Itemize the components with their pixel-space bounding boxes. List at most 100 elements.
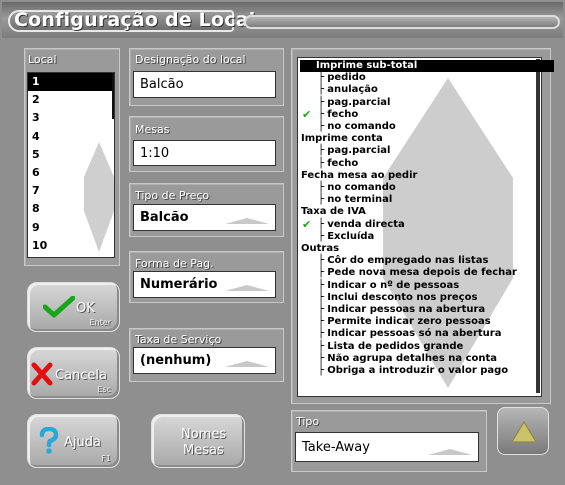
option-item-label: Côr do empregado nas listas bbox=[327, 255, 489, 267]
tree-connector: ├ bbox=[318, 182, 328, 193]
option-item[interactable]: ├ Não agrupa detalhes na conta bbox=[318, 353, 497, 365]
taxa-servico-value: (nenhum) bbox=[140, 353, 212, 368]
option-item-label: fecho bbox=[327, 108, 359, 120]
tree-connector: ├ bbox=[318, 145, 328, 157]
local-item[interactable]: 1 bbox=[28, 73, 114, 92]
forma-pag-value: Numerário bbox=[140, 277, 218, 292]
option-item[interactable]: ├ Permite indicar zero pessoas bbox=[318, 316, 491, 328]
tree-connector: ├ bbox=[318, 108, 328, 120]
tree-connector: ├ bbox=[318, 121, 328, 132]
option-item[interactable]: ├ no comando bbox=[318, 121, 396, 133]
forma-pag-select[interactable]: Numerário bbox=[133, 271, 276, 298]
tipo-select[interactable]: Take-Away bbox=[295, 432, 479, 462]
option-item[interactable]: ├ no comando bbox=[318, 182, 396, 194]
tree-connector: ├ bbox=[318, 255, 328, 267]
option-item[interactable]: ├ Indicar o nº de pessoas bbox=[318, 280, 459, 292]
ok-button[interactable]: OK Enter bbox=[27, 282, 120, 332]
move-up-button[interactable] bbox=[497, 407, 549, 455]
help-button[interactable]: Ajuda F1 bbox=[27, 414, 120, 468]
tree-connector: ├ bbox=[318, 352, 328, 364]
tree-connector: ├ bbox=[318, 304, 328, 315]
designacao-input[interactable]: Balcão bbox=[133, 71, 276, 98]
ok-shortcut: Enter bbox=[89, 318, 111, 327]
option-item-label: venda directa bbox=[327, 218, 405, 230]
option-item-label: Lista de pedidos grande bbox=[327, 340, 464, 352]
tipo-preco-select[interactable]: Balcão bbox=[133, 204, 276, 231]
option-item[interactable]: ├ pag.parcial bbox=[318, 97, 390, 109]
option-section[interactable]: Outras bbox=[301, 243, 339, 255]
dropdown-arrow-icon bbox=[225, 218, 269, 224]
nomes-mesas-button[interactable]: Nomes Mesas bbox=[151, 414, 245, 468]
local-label: Local bbox=[28, 53, 57, 66]
tree-connector: ├ bbox=[318, 279, 328, 291]
cancel-shortcut: Esc bbox=[97, 385, 111, 394]
option-section[interactable]: Imprime sub-total bbox=[300, 60, 554, 72]
tree-connector: ├ bbox=[318, 218, 328, 230]
nomes-mesas-label-line1: Nomes bbox=[181, 427, 227, 442]
local-list[interactable]: 1 2 3 4 5 6 7 8 9 10 bbox=[27, 72, 115, 258]
option-item[interactable]: ├ venda directa bbox=[318, 219, 405, 231]
option-item[interactable]: ├ Inclui desconto nos preços bbox=[318, 292, 477, 304]
option-item-label: pag.parcial bbox=[327, 145, 391, 157]
help-shortcut: F1 bbox=[101, 454, 111, 463]
option-item[interactable]: ├ no terminal bbox=[318, 194, 392, 206]
option-item[interactable]: ├ Indicar pessoas só na abertura bbox=[318, 328, 501, 340]
tree-connector: ├ bbox=[318, 316, 328, 328]
scroll-up-arrow-icon[interactable] bbox=[84, 142, 114, 177]
tree-connector: ├ bbox=[318, 340, 328, 352]
local-list-scrollbar[interactable] bbox=[112, 73, 114, 119]
tree-connector: ├ bbox=[318, 365, 328, 376]
option-item-label: no terminal bbox=[327, 194, 393, 206]
option-item-label: Excluída bbox=[327, 230, 375, 242]
option-item-label: Inclui desconto nos preços bbox=[327, 291, 478, 303]
option-section[interactable]: Taxa de IVA bbox=[301, 206, 366, 218]
tipo-label: Tipo bbox=[296, 415, 320, 428]
option-item[interactable]: ├ fecho bbox=[318, 109, 358, 121]
cancel-label: Cancela bbox=[55, 368, 108, 383]
cancel-button[interactable]: Cancela Esc bbox=[27, 347, 120, 399]
option-item[interactable]: ├ Indicar pessoas na abertura bbox=[318, 304, 485, 316]
tree-connector: ├ bbox=[318, 328, 328, 340]
nomes-mesas-label-line2: Mesas bbox=[183, 443, 224, 458]
option-item-label: Indicar o nº de pessoas bbox=[327, 279, 460, 291]
option-section[interactable]: Imprime conta bbox=[301, 133, 383, 145]
options-scrollbar[interactable] bbox=[536, 59, 540, 393]
checkmark-icon bbox=[43, 296, 75, 318]
dropdown-arrow-icon bbox=[225, 361, 269, 367]
option-item[interactable]: ├ Excluída bbox=[318, 231, 374, 243]
option-item[interactable]: ├ anulação bbox=[318, 84, 378, 96]
checkmark-icon: ✔ bbox=[302, 217, 312, 231]
tipo-preco-label: Tipo de Preço bbox=[135, 189, 210, 202]
tree-connector: ├ bbox=[318, 96, 328, 108]
ok-label: OK bbox=[76, 301, 95, 316]
checkmark-icon: ✔ bbox=[302, 107, 312, 121]
option-item-label: fecho bbox=[327, 157, 359, 169]
option-item-label: Indicar pessoas na abertura bbox=[327, 304, 486, 315]
tree-connector: ├ bbox=[318, 291, 328, 303]
designacao-label: Designação do local bbox=[135, 53, 246, 66]
option-item[interactable]: ├ Obriga a introduzir o valor pago bbox=[318, 365, 508, 377]
mesas-label: Mesas bbox=[135, 123, 170, 136]
help-label: Ajuda bbox=[64, 435, 101, 450]
taxa-servico-label: Taxa de Serviço bbox=[135, 333, 222, 346]
option-item[interactable]: ├ Pede nova mesa depois de fechar bbox=[318, 267, 517, 279]
taxa-servico-select[interactable]: (nenhum) bbox=[133, 347, 276, 374]
up-arrow-icon bbox=[511, 421, 537, 443]
option-item[interactable]: ├ pedido bbox=[318, 72, 366, 84]
close-x-icon bbox=[31, 362, 53, 386]
tree-connector: ├ bbox=[318, 157, 328, 169]
config-locais-window: Configuração de Locais Local 1 2 3 4 5 6… bbox=[0, 0, 565, 485]
title-bar: Configuração de Locais bbox=[2, 2, 563, 38]
tree-connector: ├ bbox=[318, 230, 328, 242]
option-item[interactable]: ├ fecho bbox=[318, 158, 358, 170]
option-item[interactable]: ├ Lista de pedidos grande bbox=[318, 341, 463, 353]
option-item[interactable]: ├ Côr do empregado nas listas bbox=[318, 255, 488, 267]
mesas-input[interactable]: 1:10 bbox=[133, 140, 276, 166]
option-item[interactable]: ├ pag.parcial bbox=[318, 145, 390, 157]
option-item-label: Indicar pessoas só na abertura bbox=[327, 328, 502, 340]
tree-connector: ├ bbox=[318, 72, 328, 84]
option-section[interactable]: Fecha mesa ao pedir bbox=[301, 170, 417, 182]
option-item-label: no comando bbox=[327, 121, 396, 132]
scroll-down-arrow-icon[interactable] bbox=[84, 211, 114, 252]
dropdown-arrow-icon bbox=[225, 285, 269, 291]
